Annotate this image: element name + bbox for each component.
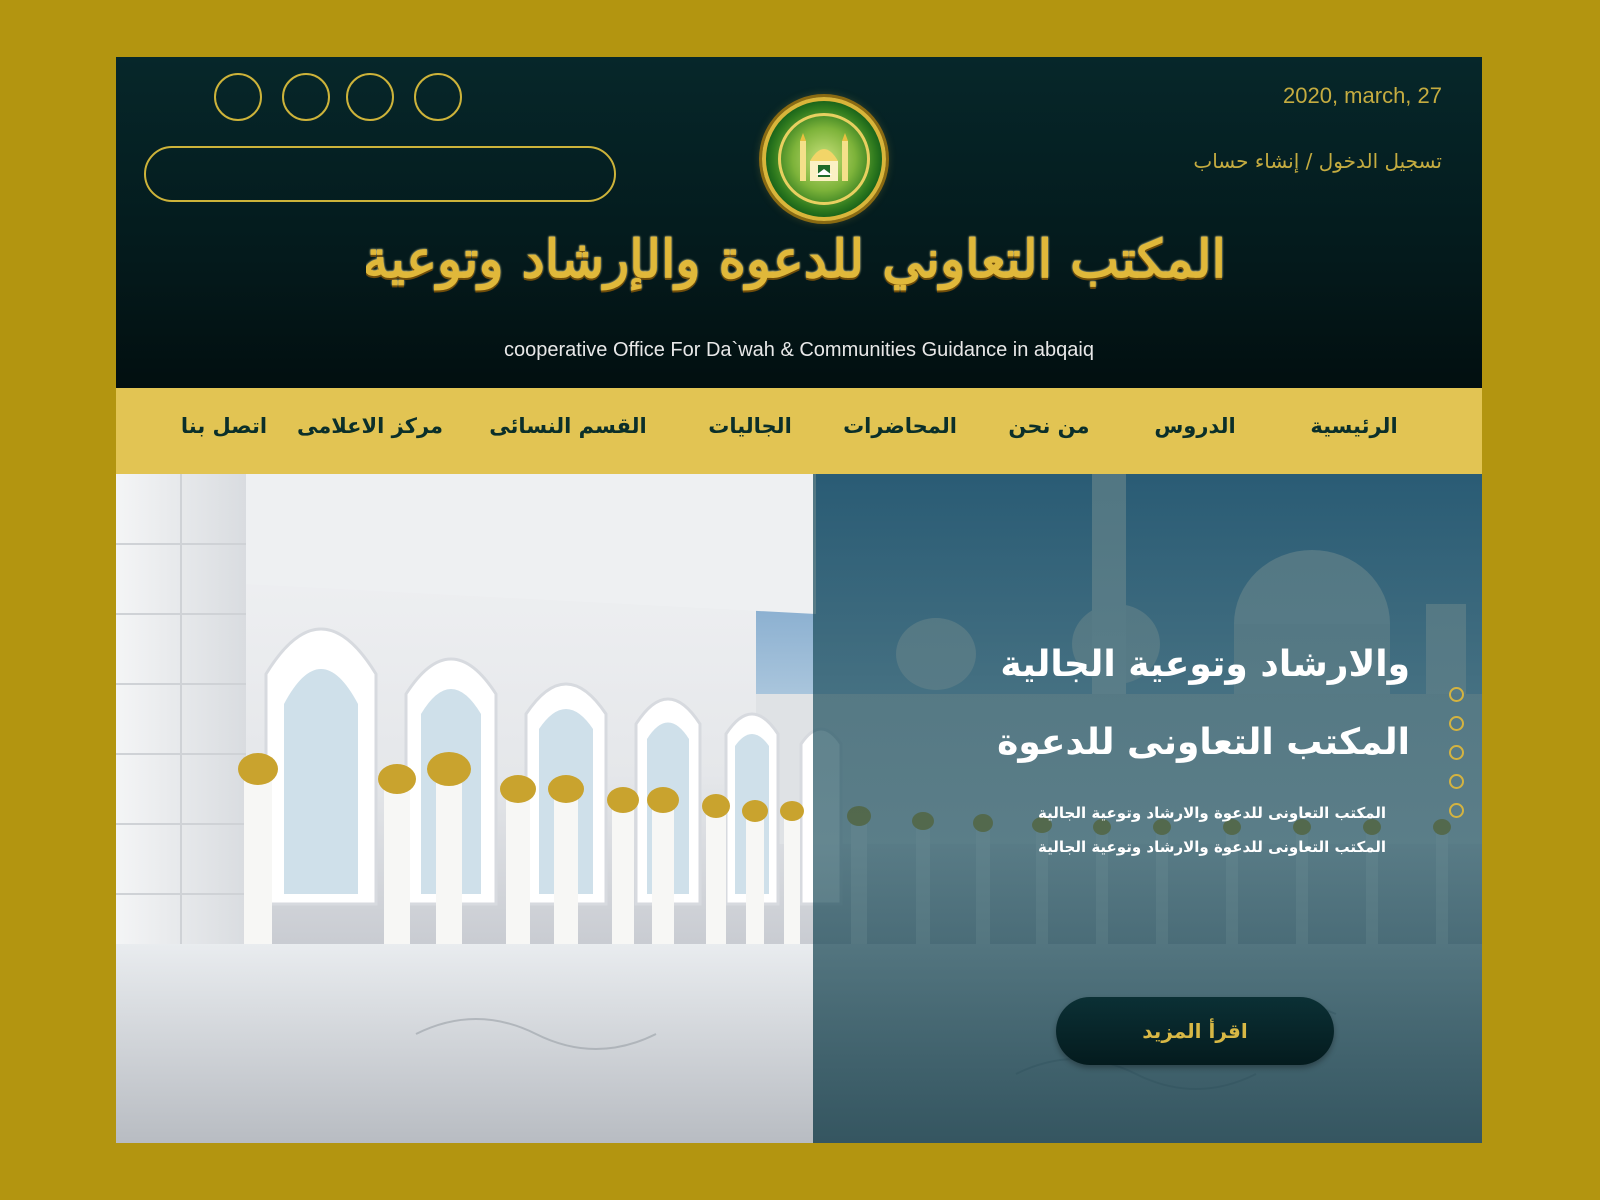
nav-item-lessons[interactable]: الدروس bbox=[1154, 414, 1235, 438]
site-header: 2020, march, 27 تسجيل الدخول / إنشاء حسا… bbox=[116, 57, 1482, 388]
social-links bbox=[214, 73, 482, 121]
english-subtitle: cooperative Office For Da`wah & Communit… bbox=[504, 339, 1094, 361]
slider-dot-1[interactable] bbox=[1449, 687, 1464, 702]
hero-section: والارشاد وتوعية الجالية المكتب التعاونى … bbox=[116, 474, 1482, 1143]
nav-item-communities[interactable]: الجاليات bbox=[708, 414, 792, 438]
auth-links: تسجيل الدخول / إنشاء حساب bbox=[1193, 149, 1442, 173]
auth-separator: / bbox=[1299, 149, 1319, 173]
nav-item-womens-section[interactable]: القسم النسائى bbox=[489, 414, 646, 438]
social-icon-2[interactable] bbox=[282, 73, 330, 121]
nav-item-media-center[interactable]: مركز الاعلامى bbox=[297, 414, 443, 438]
mosque-icon bbox=[800, 133, 848, 181]
main-nav: الرئيسية الدروس من نحن المحاضرات الجاليا… bbox=[116, 388, 1482, 474]
social-icon-1[interactable] bbox=[214, 73, 262, 121]
office-logo[interactable] bbox=[762, 97, 886, 221]
arabic-calligraphy-title: المكتب التعاوني للدعوة والإرشاد وتوعية ا… bbox=[366, 229, 1226, 290]
hero-text-line-2: المكتب التعاونى للدعوة والارشاد وتوعية ا… bbox=[1038, 838, 1386, 856]
slider-dot-3[interactable] bbox=[1449, 745, 1464, 760]
hero-text-line-1: المكتب التعاونى للدعوة والارشاد وتوعية ا… bbox=[1038, 804, 1386, 822]
login-link[interactable]: تسجيل الدخول bbox=[1319, 149, 1442, 173]
read-more-button[interactable]: اقرأ المزيد bbox=[1056, 997, 1334, 1065]
search-input[interactable] bbox=[144, 146, 616, 202]
nav-item-about[interactable]: من نحن bbox=[1008, 414, 1089, 438]
current-date: 2020, march, 27 bbox=[1283, 83, 1442, 108]
social-icon-3[interactable] bbox=[346, 73, 394, 121]
slider-dots bbox=[1449, 687, 1464, 832]
hero-title-line-2: المكتب التعاونى للدعوة bbox=[997, 722, 1410, 763]
browser-frame: 2020, march, 27 تسجيل الدخول / إنشاء حسا… bbox=[116, 57, 1482, 1143]
slider-dot-4[interactable] bbox=[1449, 774, 1464, 789]
social-icon-4[interactable] bbox=[414, 73, 462, 121]
nav-item-contact[interactable]: اتصل بنا bbox=[181, 414, 267, 438]
nav-item-home[interactable]: الرئيسية bbox=[1310, 414, 1397, 438]
slider-dot-5[interactable] bbox=[1449, 803, 1464, 818]
register-link[interactable]: إنشاء حساب bbox=[1193, 149, 1299, 173]
nav-item-lectures[interactable]: المحاضرات bbox=[843, 414, 957, 438]
hero-title-line-1: والارشاد وتوعية الجالية bbox=[1000, 644, 1410, 685]
slider-dot-2[interactable] bbox=[1449, 716, 1464, 731]
